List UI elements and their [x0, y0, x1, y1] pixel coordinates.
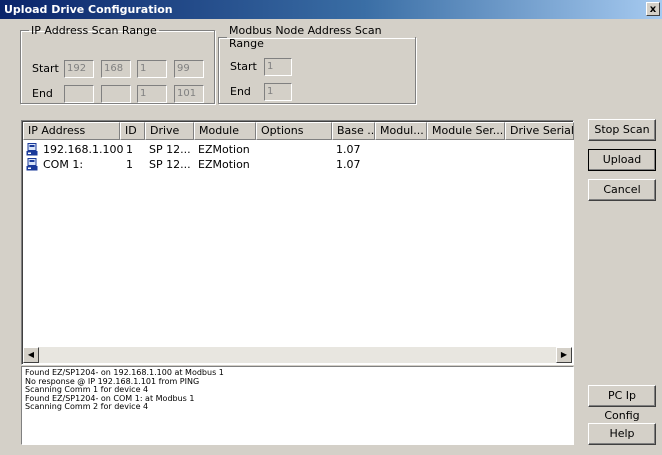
ip-start-label: Start: [32, 62, 59, 75]
table-row[interactable]: COM 1: 1 SP 12... EZMotion 1.07: [23, 157, 572, 172]
column-module-serial[interactable]: Module Ser...: [427, 122, 505, 140]
modbus-scan-range-title: Modbus Node Address Scan Range: [229, 24, 382, 50]
horizontal-scrollbar[interactable]: ◀ ▶: [23, 347, 572, 363]
scroll-right-icon[interactable]: ▶: [556, 347, 572, 363]
ip-start-octet-2[interactable]: 168: [101, 60, 131, 78]
cell-drive: SP 12...: [149, 143, 191, 156]
cell-module: EZMotion: [198, 143, 250, 156]
cell-id: 1: [126, 158, 133, 171]
cell-base: 1.07: [336, 143, 361, 156]
scroll-left-icon[interactable]: ◀: [23, 347, 39, 363]
device-list[interactable]: IP Address ID Drive Module Options Base …: [21, 120, 574, 365]
stop-scan-button[interactable]: Stop Scan: [588, 119, 656, 141]
column-id[interactable]: ID: [120, 122, 145, 140]
modbus-start-label: Start: [230, 60, 257, 73]
ip-end-octet-2[interactable]: [101, 85, 131, 103]
ip-end-octet-3[interactable]: 1: [137, 85, 167, 103]
cell-drive: SP 12...: [149, 158, 191, 171]
log-line: Scanning Comm 2 for device 4: [25, 402, 149, 411]
title-bar: Upload Drive Configuration x: [0, 0, 662, 19]
column-drive-serial[interactable]: Drive Serial: [505, 122, 574, 140]
column-module-2[interactable]: Modul...: [375, 122, 427, 140]
ip-end-octet-4[interactable]: 101: [174, 85, 204, 103]
drive-icon: [26, 143, 38, 156]
cell-ip-address: COM 1:: [43, 158, 84, 171]
ip-scan-range-title: IP Address Scan Range: [31, 24, 157, 37]
column-drive[interactable]: Drive: [145, 122, 194, 140]
column-ip-address[interactable]: IP Address: [23, 122, 120, 140]
ip-start-octet-1[interactable]: 192: [64, 60, 94, 78]
ip-end-label: End: [32, 87, 53, 100]
upload-button[interactable]: Upload: [588, 149, 656, 171]
pc-ip-config-button[interactable]: PC Ip Config: [588, 385, 656, 422]
column-base[interactable]: Base ...: [332, 122, 375, 140]
cell-id: 1: [126, 143, 133, 156]
ip-end-octet-1[interactable]: [64, 85, 94, 103]
close-icon[interactable]: x: [646, 2, 660, 16]
dialog-body: IP Address Scan Range Start End 192 168 …: [0, 19, 662, 455]
column-module[interactable]: Module: [194, 122, 256, 140]
modbus-end-field[interactable]: 1: [264, 83, 292, 101]
cell-module: EZMotion: [198, 158, 250, 171]
help-button[interactable]: Help: [588, 423, 656, 445]
ip-start-octet-3[interactable]: 1: [137, 60, 167, 78]
window-title: Upload Drive Configuration: [4, 3, 173, 16]
scan-log: Found EZ/SP1204- on 192.168.1.100 at Mod…: [21, 366, 574, 445]
cancel-button[interactable]: Cancel: [588, 179, 656, 201]
ip-start-octet-4[interactable]: 99: [174, 60, 204, 78]
cell-ip-address: 192.168.1.100: [43, 143, 124, 156]
modbus-start-field[interactable]: 1: [264, 58, 292, 76]
modbus-end-label: End: [230, 85, 251, 98]
column-options[interactable]: Options: [256, 122, 332, 140]
cell-base: 1.07: [336, 158, 361, 171]
device-list-header: IP Address ID Drive Module Options Base …: [23, 122, 574, 140]
table-row[interactable]: 192.168.1.100 1 SP 12... EZMotion 1.07: [23, 142, 572, 157]
drive-icon: [26, 158, 38, 171]
